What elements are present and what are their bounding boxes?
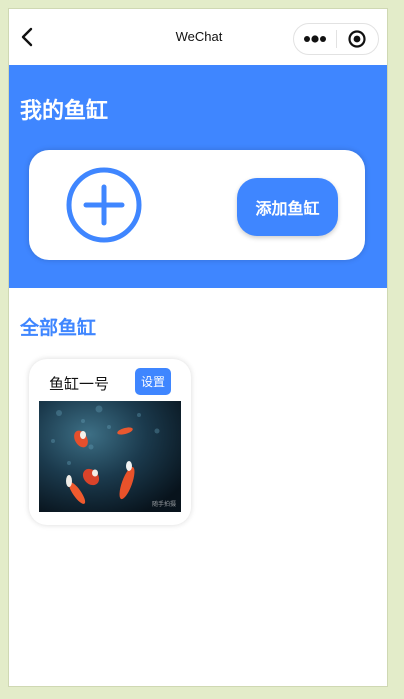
mini-program-capsule (293, 23, 379, 55)
tank-card[interactable]: 鱼缸一号 设置 随手拍摄 (29, 359, 191, 525)
target-circle-icon (348, 30, 366, 48)
tank-name: 鱼缸一号 (49, 375, 110, 393)
phone-screen: WeChat 我的鱼缸 添加鱼缸 全部鱼缸 鱼缸一号 设置 随手拍摄 (8, 8, 388, 687)
plus-circle-icon[interactable] (65, 166, 143, 244)
close-button[interactable] (337, 24, 379, 54)
photo-watermark: 随手拍摄 (152, 500, 176, 508)
settings-button[interactable]: 设置 (135, 368, 171, 395)
section-title: 全部鱼缸 (20, 317, 97, 339)
navigation-bar: WeChat (9, 9, 387, 65)
more-dots-icon (303, 35, 326, 43)
hero-panel: 我的鱼缸 添加鱼缸 (9, 65, 387, 288)
more-button[interactable] (294, 24, 336, 54)
page-title: 我的鱼缸 (20, 99, 109, 124)
tank-photo: 随手拍摄 (39, 401, 181, 512)
add-tank-card: 添加鱼缸 (29, 150, 365, 260)
add-tank-button[interactable]: 添加鱼缸 (237, 178, 338, 236)
